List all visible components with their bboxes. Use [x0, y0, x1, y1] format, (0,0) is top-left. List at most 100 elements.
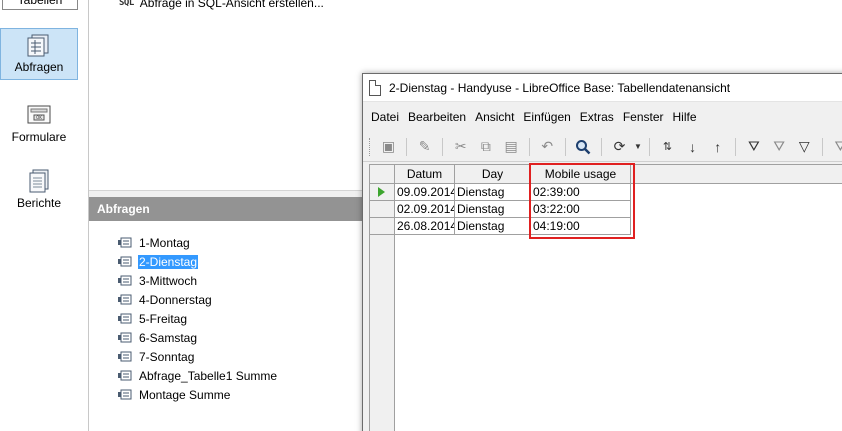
cut-icon[interactable]: ✂	[450, 136, 471, 158]
queries-list: 1-Montag 2-Dienstag 3-Mittwoch 4-Donners…	[118, 233, 278, 404]
query-item-2-dienstag[interactable]: 2-Dienstag	[118, 252, 278, 271]
data-grid[interactable]: Datum Day Mobile usage 09.09.2014 Dienst…	[369, 164, 842, 431]
queries-panel-header: Abfragen	[89, 197, 379, 221]
query-label: 6-Samstag	[139, 330, 198, 345]
reports-icon	[29, 169, 49, 193]
cell-datum[interactable]: 09.09.2014	[395, 184, 455, 201]
query-item-5-freitag[interactable]: 5-Freitag	[118, 309, 278, 328]
toolbar-separator	[735, 137, 737, 156]
window-title: 2-Dienstag - Handyuse - LibreOffice Base…	[389, 80, 731, 95]
query-item-3-mittwoch[interactable]: 3-Mittwoch	[118, 271, 278, 290]
cell-mobile-usage[interactable]: 03:22:00	[531, 201, 631, 218]
cell-day[interactable]: Dienstag	[455, 184, 531, 201]
menu-ansicht[interactable]: Ansicht	[475, 110, 514, 124]
query-item-montage-summe[interactable]: Montage Summe	[118, 385, 278, 404]
query-icon	[118, 370, 132, 381]
query-label: 2-Dienstag	[138, 254, 199, 269]
query-item-4-donnerstag[interactable]: 4-Donnerstag	[118, 290, 278, 309]
row-header[interactable]	[370, 201, 395, 218]
task-create-sql-view[interactable]: SQL Abfrage in SQL-Ansicht erstellen...	[119, 0, 324, 10]
cell-day[interactable]: Dienstag	[455, 218, 531, 235]
query-icon	[118, 332, 132, 343]
copy-icon[interactable]: ⧉	[475, 136, 496, 158]
cell-mobile-usage[interactable]: 04:19:00	[531, 218, 631, 235]
query-item-abfrage-tabelle1-summe[interactable]: Abfrage_Tabelle1 Summe	[118, 366, 278, 385]
toolbar: ▣ ✎ ✂ ⧉ ▤ ↶ ⟳ ▼ ⇅ ↓ ↑ ⛛ ⛛ ▽ ⛛	[363, 132, 842, 162]
menu-hilfe[interactable]: Hilfe	[673, 110, 697, 124]
menu-bearbeiten[interactable]: Bearbeiten	[408, 110, 466, 124]
queries-icon	[27, 34, 49, 57]
edit-icon[interactable]: ✎	[414, 136, 435, 158]
sort-ascending-icon[interactable]: ↓	[682, 136, 703, 158]
query-icon	[118, 389, 132, 400]
standard-filter-icon[interactable]: ⛛	[769, 136, 790, 158]
sidebar: Tabellen Abfragen OK Formulare Berichte	[0, 0, 78, 431]
toolbar-separator	[648, 137, 650, 156]
row-headers	[370, 165, 395, 431]
menu-label: Bearbeiten	[408, 110, 467, 124]
cell-day[interactable]: Dienstag	[455, 201, 531, 218]
menu-label: Hilfe	[672, 110, 697, 124]
query-icon	[118, 275, 132, 286]
menu-einfuegen[interactable]: Einfügen	[523, 110, 570, 124]
query-icon	[118, 256, 132, 267]
query-label: 7-Sonntag	[139, 349, 195, 364]
sql-icon: SQL	[119, 0, 134, 8]
row-header[interactable]	[370, 218, 395, 235]
undo-icon[interactable]: ↶	[537, 136, 558, 158]
query-item-1-montag[interactable]: 1-Montag	[118, 233, 278, 252]
query-icon	[118, 313, 132, 324]
sidebar-item-reports[interactable]: Berichte	[0, 168, 78, 220]
menu-datei[interactable]: Datei	[371, 110, 399, 124]
cell-mobile-usage[interactable]: 02:39:00	[531, 184, 631, 201]
sidebar-item-label: Formulare	[11, 130, 67, 144]
paste-icon[interactable]: ▤	[500, 136, 521, 158]
query-icon	[118, 237, 132, 248]
apply-filter-icon[interactable]: ▽	[794, 136, 815, 158]
sort-icon[interactable]: ⇅	[657, 136, 678, 158]
query-item-7-sonntag[interactable]: 7-Sonntag	[118, 347, 278, 366]
sidebar-item-queries[interactable]: Abfragen	[0, 28, 78, 80]
column-header-mobile-usage[interactable]: Mobile usage	[531, 165, 631, 184]
query-item-6-samstag[interactable]: 6-Samstag	[118, 328, 278, 347]
cell-datum[interactable]: 26.08.2014	[395, 218, 455, 235]
forms-icon: OK	[27, 105, 51, 124]
menu-label: Fenster	[622, 110, 664, 124]
task-label: Abfrage in SQL-Ansicht erstellen...	[139, 0, 324, 10]
sidebar-item-label: Abfragen	[14, 60, 64, 74]
toolbar-separator	[821, 137, 823, 156]
find-icon[interactable]	[573, 136, 594, 158]
query-label: Montage Summe	[139, 387, 231, 402]
libreoffice-base-main: Tabellen Abfragen OK Formulare Berichte …	[0, 0, 842, 431]
menu-label: Extras	[579, 110, 614, 124]
toolbar-separator	[442, 137, 444, 156]
table-data-view-window: 2-Dienstag - Handyuse - LibreOffice Base…	[362, 73, 842, 431]
query-label: 5-Freitag	[139, 311, 188, 326]
toolbar-grip[interactable]	[369, 137, 372, 156]
dropdown-arrow-icon[interactable]: ▼	[634, 136, 642, 158]
refresh-icon[interactable]: ⟳	[609, 136, 630, 158]
menu-label: Einfügen	[523, 110, 571, 124]
reset-filter-icon[interactable]: ⛛	[830, 136, 842, 158]
autofilter-icon[interactable]: ⛛	[743, 136, 764, 158]
column-header-day[interactable]: Day	[455, 165, 531, 184]
toolbar-separator	[600, 137, 602, 156]
cell-datum[interactable]: 02.09.2014	[395, 201, 455, 218]
window-titlebar[interactable]: 2-Dienstag - Handyuse - LibreOffice Base…	[363, 74, 842, 102]
row-header-current[interactable]	[370, 184, 395, 201]
document-icon	[369, 79, 381, 96]
corner-cell[interactable]	[370, 165, 395, 184]
sidebar-item-forms[interactable]: OK Formulare	[0, 98, 78, 150]
column-header-datum[interactable]: Datum	[395, 165, 455, 184]
menu-label: Ansicht	[475, 110, 515, 124]
query-label: 3-Mittwoch	[139, 273, 198, 288]
toolbar-separator	[528, 137, 530, 156]
column-header-empty	[631, 165, 842, 184]
sidebar-item-tables[interactable]: Tabellen	[2, 0, 78, 10]
menu-extras[interactable]: Extras	[580, 110, 614, 124]
menu-fenster[interactable]: Fenster	[623, 110, 664, 124]
toolbar-separator	[406, 137, 408, 156]
toolbar-separator	[564, 137, 566, 156]
save-icon[interactable]: ▣	[378, 136, 399, 158]
sort-descending-icon[interactable]: ↑	[707, 136, 728, 158]
